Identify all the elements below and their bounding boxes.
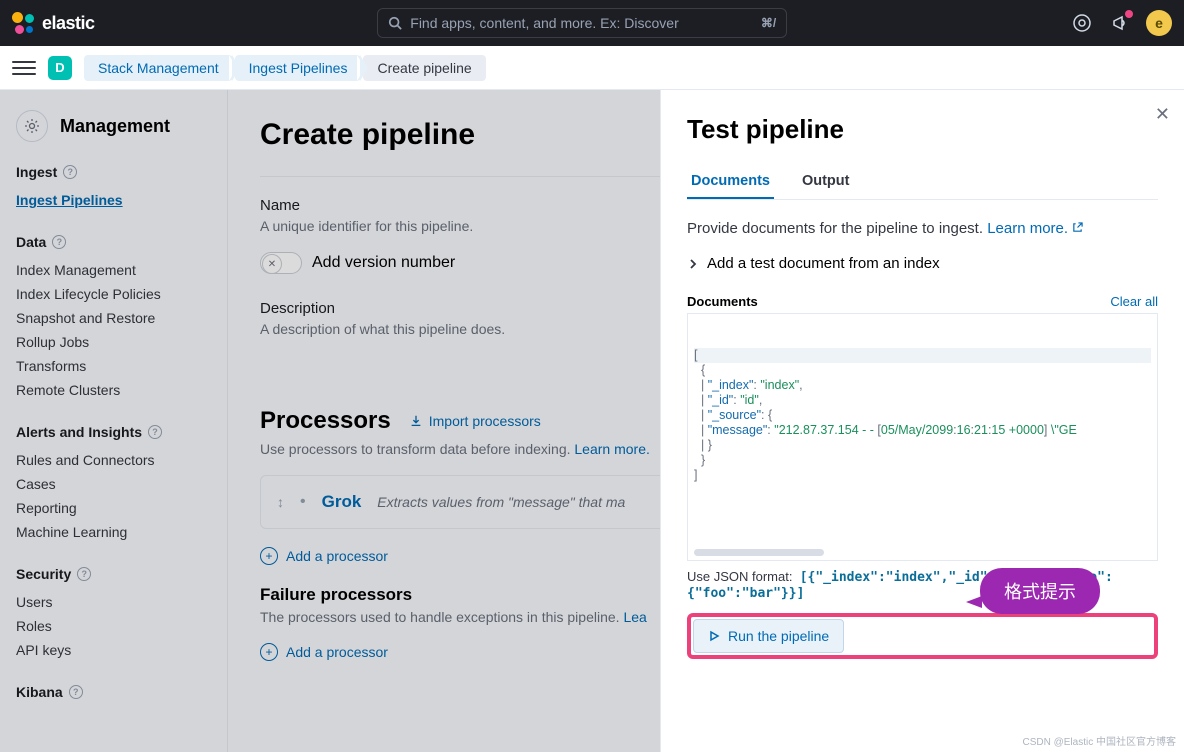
- sidebar-item[interactable]: Cases: [16, 472, 211, 496]
- breadcrumb-stack-management[interactable]: Stack Management: [84, 55, 233, 81]
- sidebar-item[interactable]: Index Lifecycle Policies: [16, 282, 211, 306]
- flyout-title: Test pipeline: [687, 114, 1158, 145]
- sidebar-item[interactable]: Snapshot and Restore: [16, 306, 211, 330]
- run-pipeline-highlight: Run the pipeline: [687, 613, 1158, 659]
- flyout-intro: Provide documents for the pipeline to in…: [687, 220, 1158, 237]
- management-heading: Management: [16, 110, 211, 142]
- subbar: D Stack Management Ingest Pipelines Crea…: [0, 46, 1184, 90]
- sidebar-item[interactable]: Reporting: [16, 496, 211, 520]
- version-toggle[interactable]: [260, 252, 302, 274]
- documents-label: Documents: [687, 294, 758, 309]
- news-icon[interactable]: [1108, 11, 1132, 35]
- test-pipeline-flyout: ✕ Test pipeline Documents Output Provide…: [660, 90, 1184, 752]
- add-test-doc-accordion[interactable]: Add a test document from an index: [687, 255, 1158, 272]
- gear-icon: [16, 110, 48, 142]
- plus-icon: +: [260, 643, 278, 661]
- breadcrumbs: Stack Management Ingest Pipelines Create…: [84, 55, 488, 81]
- help-icon[interactable]: ?: [148, 425, 162, 439]
- help-icon[interactable]: ?: [77, 567, 91, 581]
- plus-icon: +: [260, 547, 278, 565]
- breadcrumb-create-pipeline: Create pipeline: [363, 55, 485, 81]
- sidebar-item[interactable]: API keys: [16, 638, 211, 662]
- sidebar-item[interactable]: Roles: [16, 614, 211, 638]
- import-processors-link[interactable]: Import processors: [409, 413, 541, 429]
- processor-type: Grok: [322, 492, 362, 512]
- download-icon: [409, 414, 423, 428]
- topbar: elastic Find apps, content, and more. Ex…: [0, 0, 1184, 46]
- sidebar-heading: Kibana?: [16, 684, 211, 700]
- sidebar-heading: Data?: [16, 234, 211, 250]
- bullet-icon: •: [300, 493, 306, 511]
- flyout-learn-more[interactable]: Learn more.: [987, 220, 1083, 237]
- sidebar-item[interactable]: Rules and Connectors: [16, 448, 211, 472]
- global-search[interactable]: Find apps, content, and more. Ex: Discov…: [377, 8, 787, 38]
- elastic-logo-icon: [12, 12, 34, 34]
- help-icon[interactable]: ?: [52, 235, 66, 249]
- sidebar-item[interactable]: Machine Learning: [16, 520, 211, 544]
- sidebar-item[interactable]: Transforms: [16, 354, 211, 378]
- sidebar-heading: Ingest?: [16, 164, 211, 180]
- horizontal-scrollbar[interactable]: [694, 549, 824, 556]
- user-avatar[interactable]: e: [1146, 10, 1172, 36]
- help-icon[interactable]: ?: [69, 685, 83, 699]
- sidebar-item[interactable]: Rollup Jobs: [16, 330, 211, 354]
- nav-toggle-icon[interactable]: [12, 56, 36, 80]
- search-placeholder: Find apps, content, and more. Ex: Discov…: [410, 15, 678, 31]
- sidebar-item[interactable]: Users: [16, 590, 211, 614]
- run-pipeline-button[interactable]: Run the pipeline: [693, 619, 844, 653]
- notification-dot: [1125, 10, 1133, 18]
- sidebar-heading: Security?: [16, 566, 211, 582]
- drag-handle-icon[interactable]: ↕: [277, 494, 284, 510]
- version-toggle-label: Add version number: [312, 254, 455, 272]
- search-kbd-hint: ⌘/: [761, 16, 776, 30]
- sidebar-heading: Alerts and Insights?: [16, 424, 211, 440]
- annotation-bubble: 格式提示: [980, 568, 1100, 614]
- chevron-right-icon: [687, 258, 699, 270]
- brand-text: elastic: [42, 13, 95, 34]
- sidebar-item[interactable]: Index Management: [16, 258, 211, 282]
- space-selector[interactable]: D: [48, 56, 72, 80]
- breadcrumb-ingest-pipelines[interactable]: Ingest Pipelines: [235, 55, 362, 81]
- close-icon[interactable]: ✕: [1155, 104, 1170, 125]
- help-icon[interactable]: [1070, 11, 1094, 35]
- play-icon: [708, 630, 720, 642]
- search-icon: [388, 16, 402, 30]
- sidebar-item[interactable]: Ingest Pipelines: [16, 188, 211, 212]
- sidebar-item[interactable]: Remote Clusters: [16, 378, 211, 402]
- watermark: CSDN @Elastic 中国社区官方博客: [1023, 733, 1177, 748]
- sidebar: Management Ingest? Ingest Pipelines Data? I…: [0, 90, 228, 752]
- fp-learn-more[interactable]: Lea: [623, 609, 646, 625]
- processors-title: Processors: [260, 407, 391, 435]
- documents-editor[interactable]: [ { | "_index": "index", | "_id": "id", …: [687, 313, 1158, 561]
- management-title: Management: [60, 116, 170, 137]
- processors-learn-more[interactable]: Learn more.: [574, 441, 649, 457]
- flyout-tabs: Documents Output: [687, 165, 1158, 200]
- tab-output[interactable]: Output: [798, 165, 854, 199]
- clear-all-link[interactable]: Clear all: [1110, 294, 1158, 309]
- brand-cluster[interactable]: elastic: [12, 12, 95, 34]
- external-link-icon: [1072, 222, 1083, 233]
- tab-documents[interactable]: Documents: [687, 165, 774, 199]
- help-icon[interactable]: ?: [63, 165, 77, 179]
